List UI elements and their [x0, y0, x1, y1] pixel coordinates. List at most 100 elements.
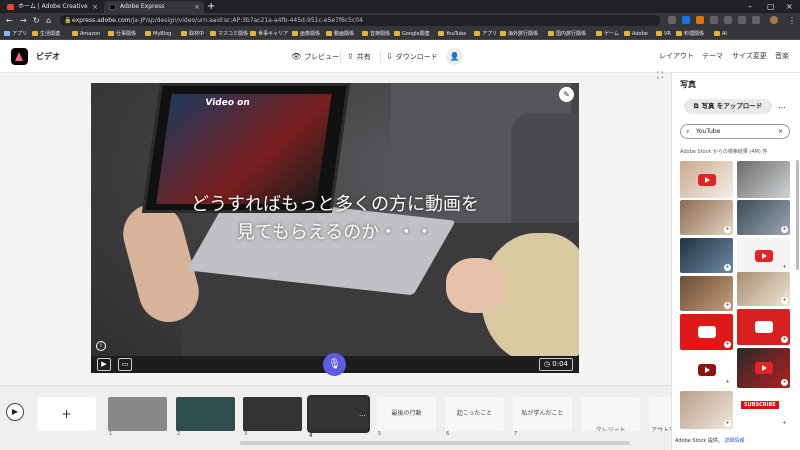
profile-avatar[interactable]	[770, 16, 778, 24]
bookmark-folder[interactable]: 画像関係	[292, 28, 320, 40]
bookmark-folder[interactable]: 国内旅行関係	[548, 28, 586, 40]
stock-photo-item[interactable]: SUBSCRIBE +	[737, 391, 790, 429]
close-window-icon[interactable]: ×	[786, 0, 793, 13]
home-icon[interactable]: ⌂	[46, 13, 51, 28]
extension-icon[interactable]	[696, 16, 704, 24]
stock-photo-item[interactable]: +	[737, 309, 790, 345]
scene-more-options-icon[interactable]: …	[359, 397, 366, 431]
bookmark-folder[interactable]: MyBlog	[145, 28, 171, 40]
add-to-canvas-icon[interactable]: +	[781, 226, 788, 233]
stock-photo-item[interactable]	[680, 161, 733, 198]
add-to-canvas-icon[interactable]: +	[724, 226, 731, 233]
info-icon[interactable]: i	[96, 341, 106, 351]
reload-icon[interactable]: ↻	[33, 13, 40, 28]
bookmark-folder[interactable]: 世事キャリア	[250, 28, 288, 40]
scene-thumbnail-1[interactable]	[108, 397, 167, 431]
stock-photo-item[interactable]: +	[737, 348, 790, 388]
bookmark-folder[interactable]: 取材中	[181, 28, 204, 40]
extension-icon[interactable]	[710, 16, 718, 24]
tab-theme[interactable]: テーマ	[702, 40, 723, 73]
photo-search-input[interactable]: ⌕ YouTube ×	[680, 124, 790, 139]
upload-photo-button[interactable]: ⧉ 写真 をアップロード	[684, 99, 772, 114]
bookmark-folder[interactable]: AI	[714, 28, 727, 40]
stock-photo-item[interactable]: +	[680, 238, 733, 273]
puzzle-extensions-icon[interactable]	[724, 16, 732, 24]
browser-tab-adobe-express[interactable]: Adobe Express ×	[104, 1, 204, 13]
scene-thumbnail-7[interactable]: 私が学んだこと	[513, 397, 572, 431]
new-tab-button[interactable]: +	[207, 0, 215, 13]
stock-photo-item[interactable]: +	[737, 200, 790, 235]
tab-layout[interactable]: レイアウト	[659, 40, 694, 73]
bookmark-folder[interactable]: YouTube	[438, 28, 466, 40]
browser-menu-icon[interactable]: ⋮	[788, 13, 796, 28]
adobe-express-logo-icon[interactable]	[11, 48, 28, 65]
add-to-canvas-icon[interactable]: +	[781, 379, 788, 386]
add-to-canvas-icon[interactable]: +	[781, 264, 788, 271]
stock-photo-item[interactable]: +	[680, 314, 733, 350]
add-to-canvas-icon[interactable]: +	[724, 302, 731, 309]
bookmark-folder[interactable]: 仕事関係	[108, 28, 136, 40]
reading-list-icon[interactable]	[738, 16, 746, 24]
panel-scrollbar[interactable]	[796, 160, 799, 270]
add-to-canvas-icon[interactable]: +	[724, 264, 731, 271]
stock-photo-item[interactable]	[737, 161, 790, 198]
side-panel-icon[interactable]	[752, 16, 760, 24]
bookmark-folder[interactable]: マスコミ関係	[210, 28, 248, 40]
bookmark-folder[interactable]: アプリ	[474, 28, 497, 40]
stock-photo-item[interactable]: +	[680, 200, 733, 235]
edit-pencil-icon[interactable]: ✎	[559, 87, 574, 102]
scene-thumbnail-outro[interactable]: アウトロ	[649, 397, 671, 431]
back-arrow-icon[interactable]: ←	[6, 13, 13, 28]
close-tab-icon[interactable]: ×	[92, 1, 98, 13]
timeline-play-icon[interactable]: ▶	[6, 403, 24, 421]
learn-more-link[interactable]: 詳細情報	[724, 438, 744, 444]
video-scene-canvas[interactable]: Video on どうすればもっと多くの方に動画を 見てもらえるのか・・・ ✎ …	[91, 83, 579, 373]
scene-thumbnail-4-selected[interactable]: …	[307, 395, 370, 433]
bookmark-apps[interactable]: アプリ	[4, 28, 27, 40]
record-voice-mic-button[interactable]: 🎙	[323, 353, 346, 376]
tab-resize[interactable]: サイズ変更	[732, 40, 767, 73]
tab-music[interactable]: 音楽	[775, 40, 789, 73]
stock-photo-item[interactable]: +	[680, 352, 733, 388]
add-to-canvas-icon[interactable]: +	[724, 341, 731, 348]
bookmark-folder[interactable]: 動画関係	[326, 28, 354, 40]
add-scene-button[interactable]: +	[37, 397, 96, 431]
minimize-window-icon[interactable]: –	[748, 0, 752, 13]
bookmark-folder[interactable]: VR	[656, 28, 671, 40]
share-button[interactable]: ⇪ 共有	[347, 40, 371, 74]
screen-layout-icon[interactable]: ▭	[118, 358, 132, 371]
add-to-canvas-icon[interactable]: +	[781, 297, 788, 304]
share-page-icon[interactable]	[668, 16, 676, 24]
address-bar[interactable]: 🔒 express.adobe.com/ja-JP/sp/design/vide…	[60, 15, 660, 26]
bookmark-folder[interactable]: Google関連	[394, 28, 430, 40]
stock-photo-item[interactable]: +	[737, 238, 790, 273]
bookmark-folder[interactable]: Amazon	[72, 28, 100, 40]
add-to-canvas-icon[interactable]: +	[724, 379, 731, 386]
bookmark-folder[interactable]: 音楽関係	[362, 28, 390, 40]
invite-user-icon[interactable]: 👤	[446, 48, 463, 65]
bookmark-folder[interactable]: 料理関係	[676, 28, 704, 40]
caption-text[interactable]: どうすればもっと多くの方に動画を 見てもらえるのか・・・	[91, 191, 579, 247]
bookmark-folder[interactable]: Adobe	[624, 28, 648, 40]
extension-icon[interactable]	[682, 16, 690, 24]
play-icon[interactable]: ▶	[97, 358, 111, 371]
more-options-button[interactable]: …	[778, 99, 786, 112]
fit-to-screen-icon[interactable]: ⛶	[657, 71, 663, 81]
scene-duration-button[interactable]: ◷ 0:04	[538, 358, 573, 371]
stock-photo-item[interactable]: +	[680, 276, 733, 311]
preview-button[interactable]: 👁 プレビュー	[291, 40, 339, 74]
scene-thumbnail-2[interactable]	[176, 397, 235, 431]
scene-thumbnail-5[interactable]: 最後の行動	[377, 397, 436, 431]
clear-search-icon[interactable]: ×	[778, 125, 783, 138]
bookmark-folder[interactable]: 生活関連	[32, 28, 60, 40]
stock-photo-item[interactable]: +	[737, 272, 790, 306]
timeline-scrollbar[interactable]	[240, 441, 630, 445]
add-to-canvas-icon[interactable]: +	[781, 336, 788, 343]
scene-thumbnail-3[interactable]	[243, 397, 302, 431]
bookmark-folder[interactable]: ゲーム	[596, 28, 619, 40]
stock-photo-item[interactable]: +	[680, 391, 733, 429]
add-to-canvas-icon[interactable]: +	[724, 420, 731, 427]
forward-arrow-icon[interactable]: →	[20, 13, 27, 28]
bookmark-folder[interactable]: 海外旅行関係	[500, 28, 538, 40]
scene-thumbnail-6[interactable]: 起こったこと	[445, 397, 504, 431]
